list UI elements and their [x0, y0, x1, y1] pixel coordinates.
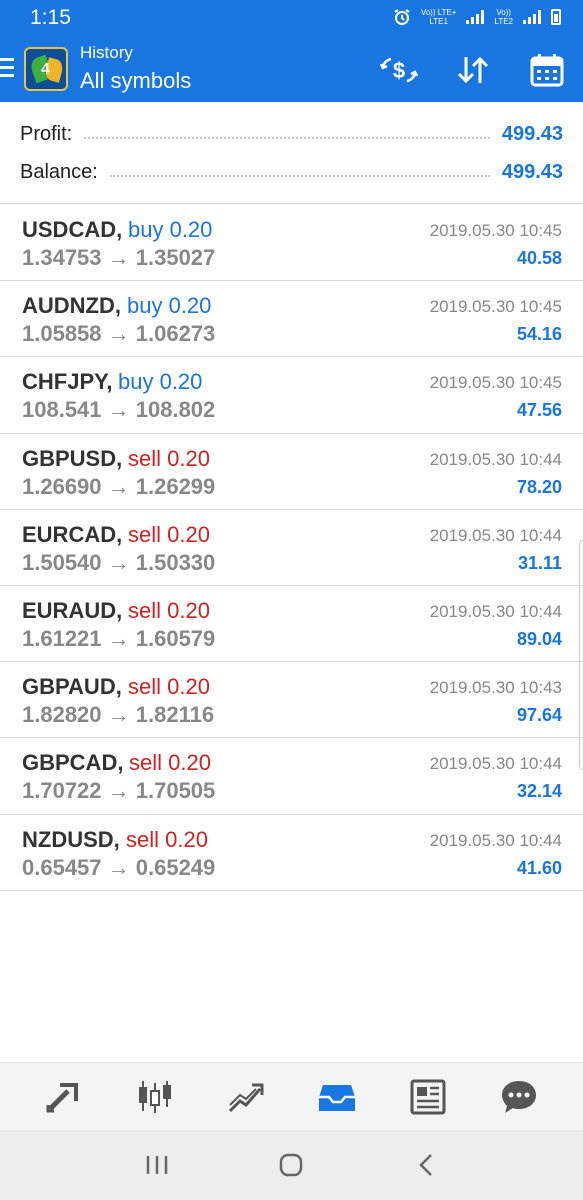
account-summary: Profit: 499.43 Balance: 499.43: [0, 102, 583, 204]
profit-label: Profit:: [20, 122, 73, 145]
trade-prices: 1.34753 → 1.35027: [22, 245, 216, 270]
status-icons: Vo)) LTE+ LTE1 Vo)) LTE2: [393, 8, 561, 26]
news-icon[interactable]: [400, 1069, 456, 1125]
trade-symbol: AUDNZD,: [22, 293, 121, 319]
trade-symbol: USDCAD,: [22, 217, 123, 242]
trade-side: sell 0.20: [128, 597, 210, 623]
trade-icon[interactable]: [218, 1069, 274, 1125]
trade-row[interactable]: EURCAD, sell 0.20 1.50540 → 1.50330 2019.05…: [0, 510, 583, 586]
recent-apps-icon[interactable]: [132, 1140, 182, 1190]
app-logo: 4: [24, 47, 68, 91]
app-bar: 4 History All symbols $: [0, 38, 583, 102]
trade-symbol: GBPCAD,: [22, 750, 124, 776]
divider-dots: [109, 175, 490, 177]
trade-side: buy 0.20: [118, 369, 203, 395]
trade-symbol: NZDUSD,: [22, 826, 120, 852]
signal-2-icon: [523, 10, 541, 24]
trade-prices: 108.541 → 108.802: [22, 397, 216, 423]
trade-side: buy 0.20: [128, 217, 213, 242]
menu-icon[interactable]: [0, 58, 14, 77]
trade-profit: 47.56: [516, 400, 562, 421]
divider-dots: [84, 137, 490, 139]
back-icon[interactable]: [401, 1140, 451, 1190]
status-bar: 1:15 Vo)) LTE+ LTE1 Vo)) LTE2: [0, 0, 583, 38]
sim2-label: Vo)) LTE2: [494, 8, 513, 26]
trade-prices: 1.50540 → 1.50330: [22, 549, 216, 575]
battery-icon: [551, 9, 561, 25]
trade-history-list: USDCAD, buy 0.20 1.34753 → 1.35027 2019.05.…: [0, 205, 583, 891]
trade-prices: 0.65457 → 0.65249: [22, 854, 216, 880]
quotes-icon[interactable]: [36, 1069, 92, 1125]
trade-row[interactable]: GBPCAD, sell 0.20 1.70722 → 1.70505 2019.05…: [0, 738, 583, 815]
trade-profit: 54.16: [516, 324, 562, 345]
trade-profit: 89.04: [516, 628, 562, 649]
trade-row[interactable]: NZDUSD, sell 0.20 0.65457 → 0.65249 2019.05…: [0, 815, 583, 891]
trade-profit: 40.58: [516, 248, 562, 268]
balance-label: Balance:: [20, 160, 98, 183]
trade-profit: 31.11: [517, 552, 562, 573]
page-title[interactable]: All symbols: [80, 68, 191, 94]
trade-side: sell 0.20: [129, 750, 211, 776]
trade-symbol: CHFJPY,: [22, 369, 113, 395]
trade-symbol: EURAUD,: [22, 597, 123, 623]
sim1-label: Vo)) LTE+ LTE1: [420, 8, 457, 26]
trade-prices: 1.61221 → 1.60579: [22, 625, 216, 651]
trade-time: 2019.05.30 10:44: [429, 754, 562, 774]
trade-prices: 1.70722 → 1.70505: [22, 778, 216, 804]
trade-row[interactable]: GBPUSD, sell 0.20 1.26690 → 1.26299 2019.05…: [0, 434, 583, 510]
trade-time: 2019.05.30 10:44: [429, 449, 562, 469]
trade-prices: 1.05858 → 1.06273: [22, 321, 216, 347]
header-actions: $: [379, 50, 567, 90]
profit-value: 499.43: [501, 122, 563, 145]
sort-icon[interactable]: [453, 50, 493, 90]
trade-time: 2019.05.30 10:45: [429, 373, 562, 393]
trade-prices: 1.82820 → 1.82116: [22, 702, 215, 728]
system-navigation: [0, 1130, 583, 1200]
trade-time: 2019.05.30 10:44: [429, 601, 562, 621]
trade-side: sell 0.20: [128, 521, 210, 547]
trade-time: 2019.05.30 10:45: [429, 297, 562, 317]
trade-profit: 78.20: [516, 476, 562, 497]
history-icon[interactable]: [309, 1069, 365, 1125]
trade-side: sell 0.20: [126, 826, 208, 852]
trade-profit: 41.60: [516, 857, 562, 878]
trade-time: 2019.05.30 10:45: [429, 221, 562, 240]
trade-row[interactable]: EURAUD, sell 0.20 1.61221 → 1.60579 2019.05…: [0, 586, 583, 663]
trade-row[interactable]: USDCAD, buy 0.20 1.34753 → 1.35027 2019.05.…: [0, 205, 583, 282]
calendar-icon[interactable]: [527, 50, 567, 90]
currency-exchange-icon[interactable]: $: [379, 50, 419, 90]
home-icon[interactable]: [266, 1140, 316, 1190]
signal-1-icon: [466, 10, 485, 24]
trade-time: 2019.05.30 10:43: [429, 678, 562, 698]
svg-text:$: $: [393, 58, 405, 83]
balance-row: Balance: 499.43: [20, 157, 563, 187]
alarm-icon: [394, 9, 410, 25]
trade-row[interactable]: GBPAUD, sell 0.20 1.82820 → 1.82116 2019.05…: [0, 662, 583, 739]
trade-symbol: GBPUSD,: [22, 445, 123, 471]
trade-row[interactable]: AUDNZD, buy 0.20 1.05858 → 1.06273 2019.05.…: [0, 281, 583, 358]
chat-icon[interactable]: [491, 1069, 547, 1125]
trade-row[interactable]: CHFJPY, buy 0.20 108.541 → 108.802 2019.05.…: [0, 357, 583, 434]
trade-profit: 97.64: [516, 705, 562, 726]
status-time: 1:15: [30, 6, 71, 29]
trade-time: 2019.05.30 10:44: [429, 830, 562, 850]
balance-value: 499.43: [501, 160, 563, 183]
trade-side: buy 0.20: [127, 293, 212, 319]
trade-side: sell 0.20: [128, 445, 210, 471]
profit-row: Profit: 499.43: [20, 119, 563, 149]
trade-symbol: GBPAUD,: [22, 674, 122, 700]
bottom-navigation: [0, 1062, 583, 1130]
trade-symbol: EURCAD,: [22, 521, 123, 547]
trade-profit: 32.14: [516, 781, 562, 802]
trade-time: 2019.05.30 10:44: [429, 525, 562, 545]
scrollbar[interactable]: [579, 540, 583, 770]
chart-icon[interactable]: [127, 1069, 183, 1125]
trade-prices: 1.26690 → 1.26299: [22, 473, 216, 499]
trade-side: sell 0.20: [128, 674, 210, 700]
page-subtitle: History: [80, 43, 133, 62]
